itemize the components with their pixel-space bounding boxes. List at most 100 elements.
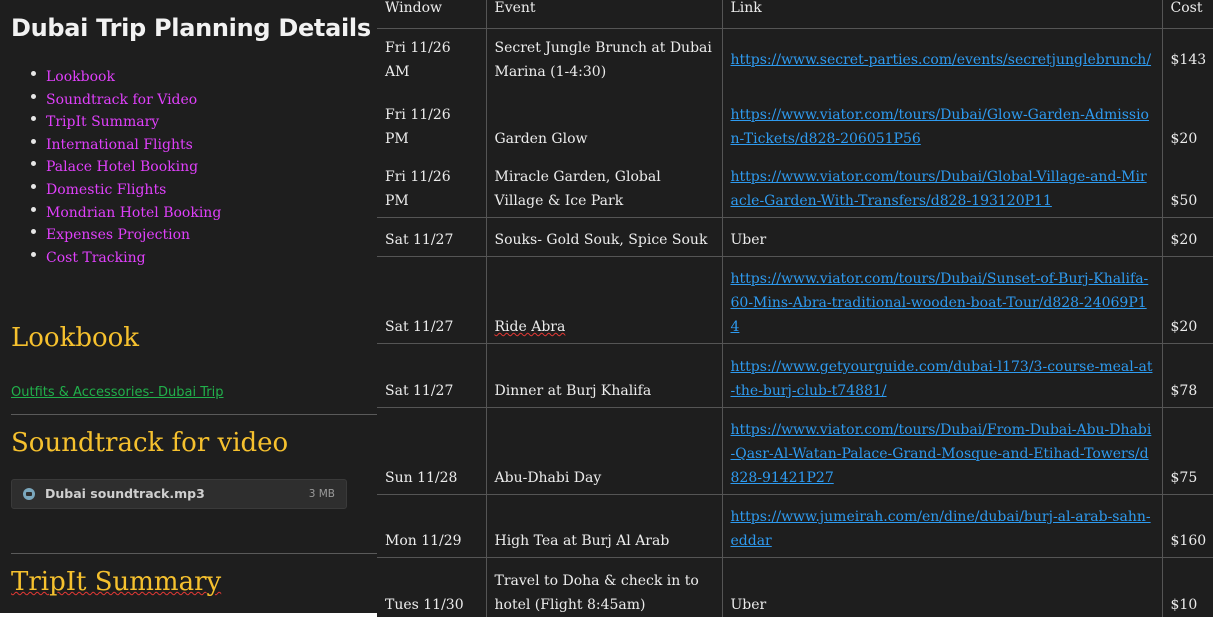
soundtrack-heading: Soundtrack for video xyxy=(11,428,289,458)
window-cell: Sun 11/28 xyxy=(377,407,487,495)
column-header-cost: Cost xyxy=(1170,0,1203,16)
event-text: Ride Abra xyxy=(494,319,566,335)
event-cell: Miracle Garden, Global Village & Ice Par… xyxy=(486,154,723,218)
toc-item-label[interactable]: Expenses Projection xyxy=(46,227,190,243)
lookbook-heading: Lookbook xyxy=(11,323,140,353)
audio-file-name: Dubai soundtrack.mp3 xyxy=(45,486,205,501)
window-cell: Sat 11/27 xyxy=(377,343,487,408)
table-row: Mon 11/29 High Tea at Burj Al Arab https… xyxy=(377,494,1213,558)
link-cell: https://www.viator.com/tours/Dubai/From-… xyxy=(722,407,1163,495)
toc-item-cost-tracking[interactable]: Cost Tracking xyxy=(0,247,221,270)
toc-item-label[interactable]: Mondrian Hotel Booking xyxy=(46,205,221,221)
link-cell: Uber xyxy=(722,557,1163,617)
link-cell: https://www.viator.com/tours/Dubai/Sunse… xyxy=(722,256,1163,344)
column-header-event: Event xyxy=(486,0,723,29)
table-row: Sat 11/27 Ride Abra https://www.viator.c… xyxy=(377,256,1213,344)
event-cell: Secret Jungle Brunch at Dubai Marina (1-… xyxy=(486,28,723,93)
link-cell: https://www.viator.com/tours/Dubai/Glow-… xyxy=(722,92,1163,155)
itinerary-panel: Window Event Link Cost Fri 11/26 AM Secr… xyxy=(377,0,1213,617)
bullet-icon xyxy=(31,116,36,122)
cost-cell: $75 xyxy=(1162,407,1213,495)
table-row: Sun 11/28 Abu-Dhabi Day https://www.viat… xyxy=(377,407,1213,495)
event-link[interactable]: https://www.viator.com/tours/Dubai/Sunse… xyxy=(731,271,1149,335)
toc-item-label[interactable]: Lookbook xyxy=(46,69,115,85)
cost-cell: $78 xyxy=(1162,343,1213,408)
toc-item-tripit[interactable]: TripIt Summary xyxy=(0,111,221,134)
column-header-link: Link xyxy=(722,0,1163,29)
link-cell: https://www.getyourguide.com/dubai-l173/… xyxy=(722,343,1163,408)
toc-item-soundtrack[interactable]: Soundtrack for Video xyxy=(0,89,221,112)
event-link[interactable]: https://www.getyourguide.com/dubai-l173/… xyxy=(731,359,1153,399)
bullet-icon xyxy=(31,71,36,76)
table-row: Fri 11/26 PM Garden Glow https://www.via… xyxy=(377,92,1213,155)
toc-item-domestic-flights[interactable]: Domestic Flights xyxy=(0,179,221,202)
event-cell: Ride Abra xyxy=(486,256,723,344)
window-cell: Tues 11/30 xyxy=(377,557,487,617)
toc-item-mondrian-hotel[interactable]: Mondrian Hotel Booking xyxy=(0,202,221,225)
cost-cell: $20 xyxy=(1162,217,1213,257)
bullet-icon xyxy=(31,206,36,212)
tripit-heading: TripIt Summary xyxy=(11,567,222,597)
itinerary-table: Window Event Link Cost Fri 11/26 AM Secr… xyxy=(377,0,1213,617)
event-link[interactable]: https://www.jumeirah.com/en/dine/dubai/b… xyxy=(731,509,1151,549)
event-link[interactable]: https://www.secret-parties.com/events/se… xyxy=(731,52,1152,68)
event-cell: Garden Glow xyxy=(486,92,723,155)
event-cell: Souks- Gold Souk, Spice Souk xyxy=(486,217,723,257)
table-header-row: Window Event Link Cost xyxy=(377,0,1213,29)
divider xyxy=(11,553,377,554)
toc-item-lookbook[interactable]: Lookbook xyxy=(0,66,221,89)
toc-item-palace-hotel[interactable]: Palace Hotel Booking xyxy=(0,156,221,179)
table-row: Sat 11/27 Dinner at Burj Khalifa https:/… xyxy=(377,343,1213,408)
table-of-contents: Lookbook Soundtrack for Video TripIt Sum… xyxy=(0,66,221,269)
event-cell: Abu-Dhabi Day xyxy=(486,407,723,495)
link-cell: https://www.viator.com/tours/Dubai/Globa… xyxy=(722,154,1163,218)
window-cell: Fri 11/26 AM xyxy=(377,28,487,93)
window-cell: Fri 11/26 PM xyxy=(377,154,487,218)
table-row: Tues 11/30 Travel to Doha & check in to … xyxy=(377,557,1213,617)
cost-cell: $160 xyxy=(1162,494,1213,558)
page-title: Dubai Trip Planning Details xyxy=(11,14,371,42)
toc-item-label[interactable]: Palace Hotel Booking xyxy=(46,159,198,175)
toc-item-international-flights[interactable]: International Flights xyxy=(0,134,221,157)
event-link[interactable]: https://www.viator.com/tours/Dubai/From-… xyxy=(731,422,1152,486)
bullet-icon xyxy=(31,138,36,144)
toc-item-label[interactable]: International Flights xyxy=(46,137,193,153)
cost-cell: $143 xyxy=(1162,28,1213,93)
toc-item-label[interactable]: TripIt Summary xyxy=(46,114,159,130)
window-cell: Mon 11/29 xyxy=(377,494,487,558)
notes-panel: Dubai Trip Planning Details Lookbook Sou… xyxy=(0,0,377,613)
toc-item-label[interactable]: Soundtrack for Video xyxy=(46,92,197,108)
toc-item-label[interactable]: Cost Tracking xyxy=(46,250,146,266)
table-row: Fri 11/26 PM Miracle Garden, Global Vill… xyxy=(377,154,1213,218)
toc-item-label[interactable]: Domestic Flights xyxy=(46,182,166,198)
event-link[interactable]: https://www.viator.com/tours/Dubai/Globa… xyxy=(731,169,1147,209)
audio-file-icon xyxy=(23,488,35,500)
window-cell: Sat 11/27 xyxy=(377,217,487,257)
outfits-link[interactable]: Outfits & Accessories- Dubai Trip xyxy=(11,385,224,400)
column-header-window: Window xyxy=(377,0,487,29)
cost-cell: $10 xyxy=(1162,557,1213,617)
divider xyxy=(11,414,377,415)
audio-file-size: 3 MB xyxy=(308,488,335,500)
audio-attachment[interactable]: Dubai soundtrack.mp3 3 MB xyxy=(11,479,347,509)
bullet-icon xyxy=(31,161,36,167)
table-row: Sat 11/27 Souks- Gold Souk, Spice Souk U… xyxy=(377,217,1213,257)
bullet-icon xyxy=(31,183,36,189)
link-cell: Uber xyxy=(722,217,1163,257)
bullet-icon xyxy=(31,229,36,235)
window-cell: Sat 11/27 xyxy=(377,256,487,344)
bullet-icon xyxy=(31,251,36,257)
link-cell: https://www.secret-parties.com/events/se… xyxy=(722,28,1163,93)
event-cell: Travel to Doha & check in to hotel (Flig… xyxy=(486,557,723,617)
bullet-icon xyxy=(31,93,36,99)
toc-item-expenses-projection[interactable]: Expenses Projection xyxy=(0,224,221,247)
event-cell: Dinner at Burj Khalifa xyxy=(486,343,723,408)
table-row: Fri 11/26 AM Secret Jungle Brunch at Dub… xyxy=(377,28,1213,93)
event-cell: High Tea at Burj Al Arab xyxy=(486,494,723,558)
cost-cell: $20 xyxy=(1162,256,1213,344)
window-cell: Fri 11/26 PM xyxy=(377,92,487,155)
cost-cell: $20 xyxy=(1170,130,1198,147)
event-link[interactable]: https://www.viator.com/tours/Dubai/Glow-… xyxy=(731,107,1150,147)
link-cell: https://www.jumeirah.com/en/dine/dubai/b… xyxy=(722,494,1163,558)
cost-cell: $50 xyxy=(1170,193,1198,209)
